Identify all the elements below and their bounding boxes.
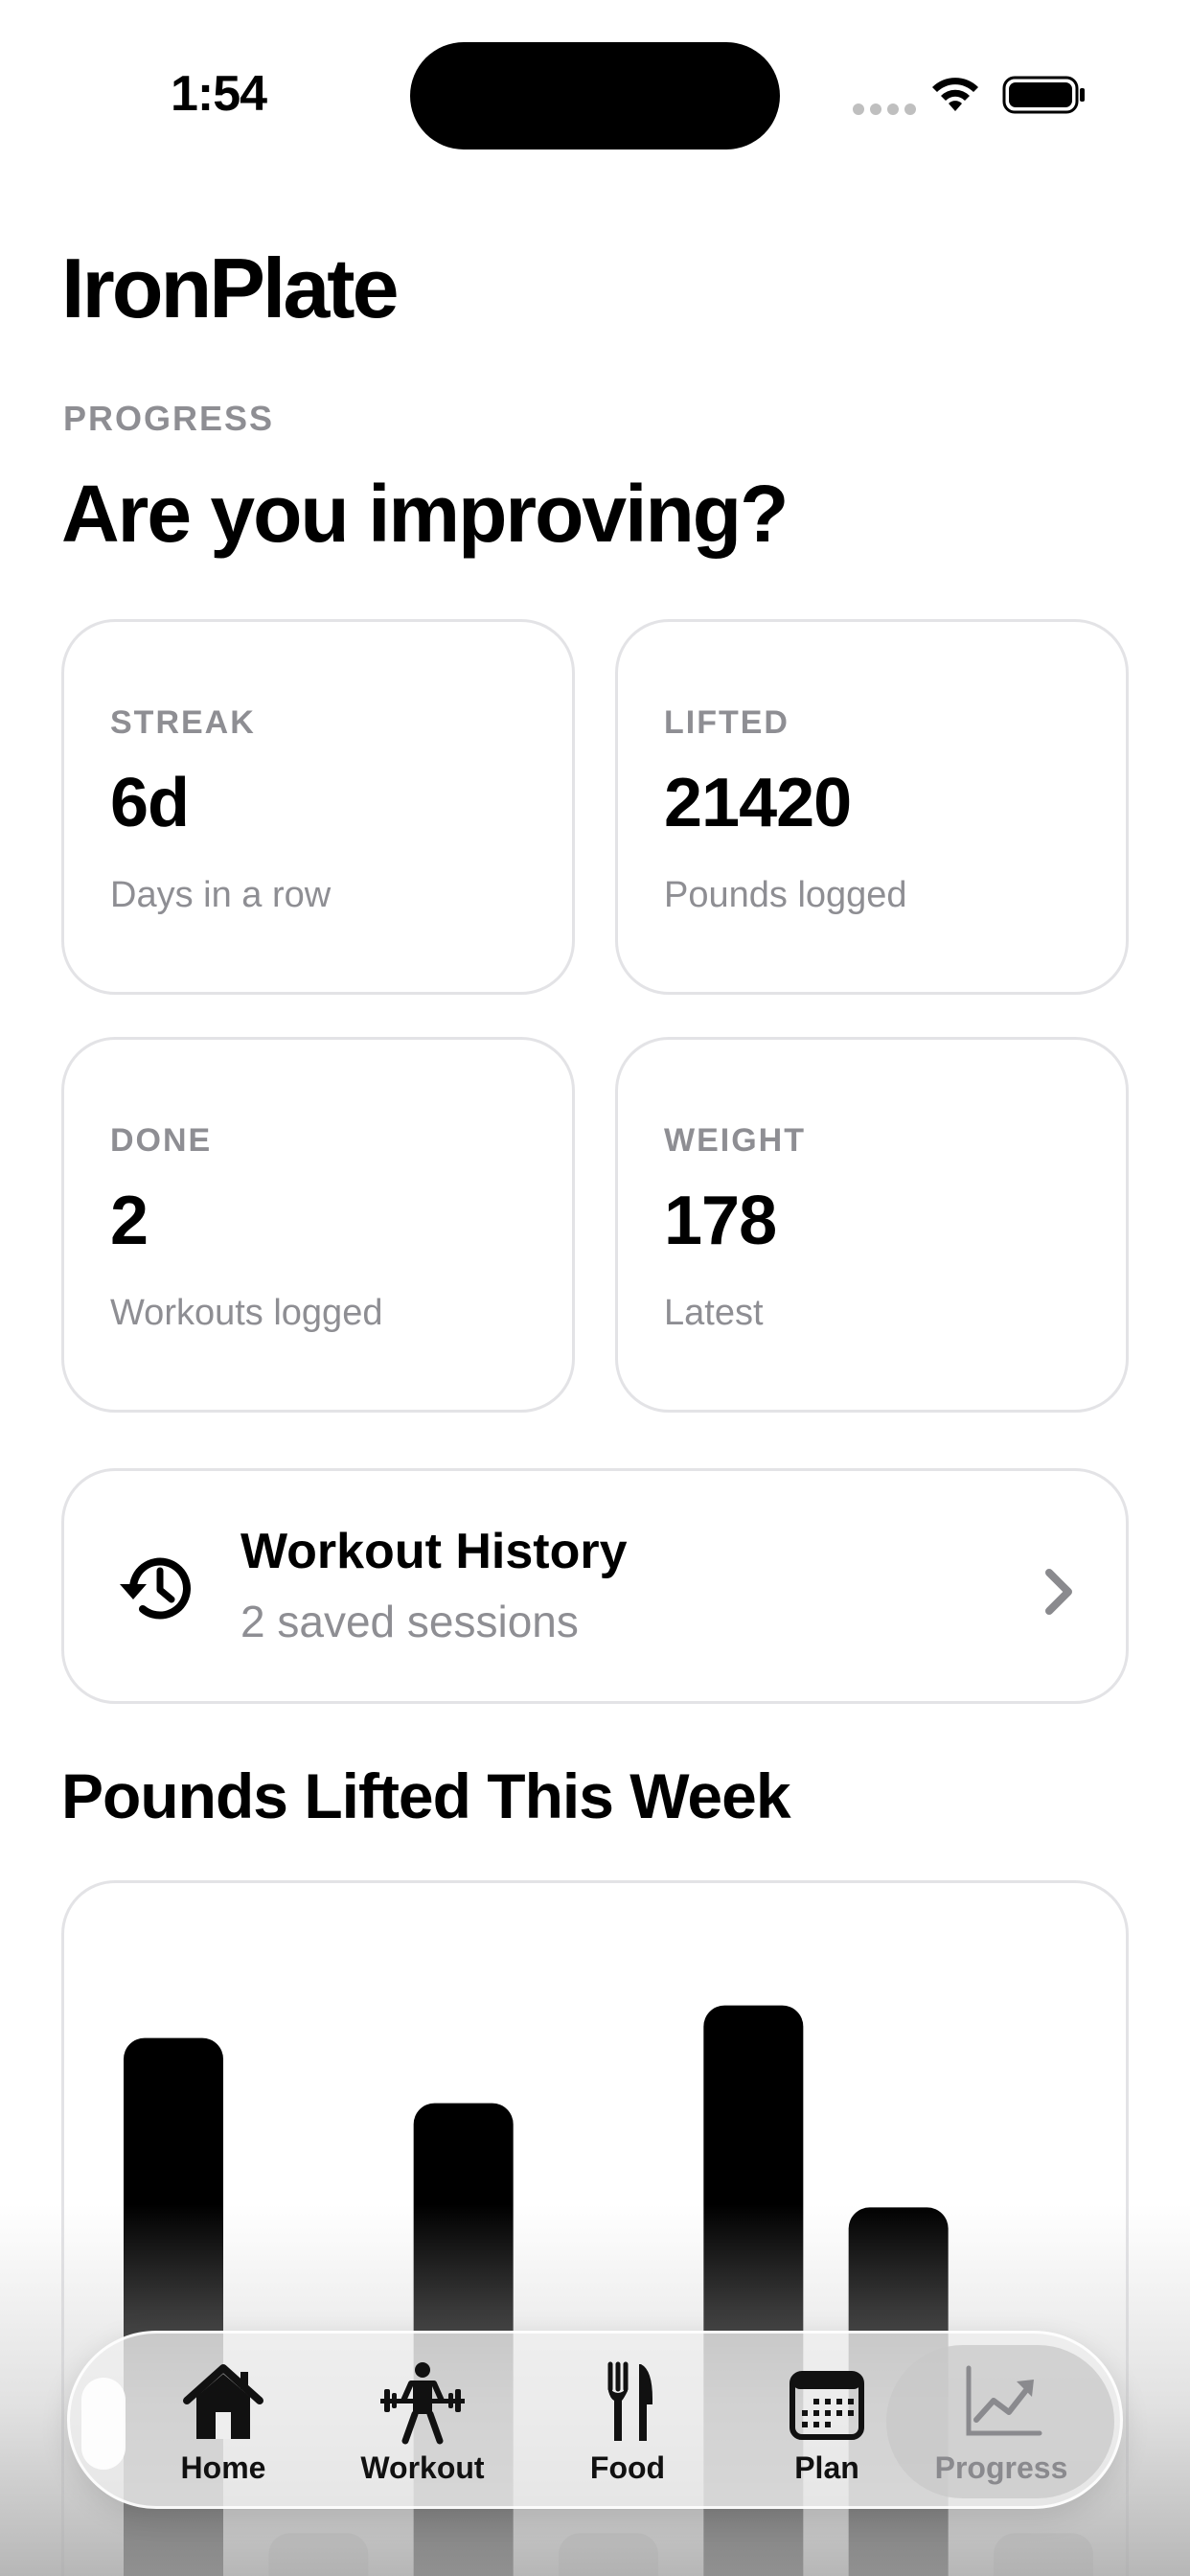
battery-icon bbox=[1002, 76, 1085, 114]
tab-label: Food bbox=[589, 2450, 666, 2485]
tab-plan[interactable]: Plan bbox=[731, 2334, 923, 2512]
wifi-icon bbox=[932, 78, 978, 111]
tab-label: Home bbox=[180, 2450, 266, 2485]
tab-bar-edge-highlight bbox=[81, 2378, 126, 2470]
tab-home[interactable]: Home bbox=[127, 2334, 319, 2512]
stat-value: 178 bbox=[664, 1183, 777, 1259]
tab-label: Plan bbox=[794, 2450, 859, 2485]
tab-food[interactable]: Food bbox=[532, 2334, 723, 2512]
chart-title: Pounds Lifted This Week bbox=[61, 1760, 791, 1831]
history-icon bbox=[120, 1557, 191, 1620]
app-title: IronPlate bbox=[61, 241, 400, 335]
chart-bar-4 bbox=[559, 2533, 658, 2576]
tab-label: Workout bbox=[360, 2450, 485, 2485]
stat-value: 21420 bbox=[664, 765, 852, 841]
weightlifter-icon bbox=[380, 2362, 465, 2445]
stat-value: 6d bbox=[110, 765, 190, 841]
section-eyebrow: PROGRESS bbox=[63, 399, 275, 438]
dynamic-island bbox=[410, 42, 780, 150]
chevron-right-icon bbox=[1045, 1569, 1072, 1615]
history-title: Workout History bbox=[240, 1524, 628, 1579]
history-subtitle: 2 saved sessions bbox=[240, 1597, 579, 1646]
calendar-icon bbox=[790, 2371, 864, 2440]
stat-value: 2 bbox=[110, 1183, 149, 1259]
stat-label: STREAK bbox=[110, 704, 256, 741]
stat-label: WEIGHT bbox=[664, 1122, 806, 1159]
tab-progress[interactable]: Progress bbox=[905, 2334, 1097, 2512]
page-heading: Are you improving? bbox=[61, 469, 789, 559]
stat-card-weight: WEIGHT 178 Latest bbox=[615, 1037, 1129, 1413]
stat-card-streak: STREAK 6d Days in a row bbox=[61, 619, 575, 995]
chart-bar-2 bbox=[268, 2533, 369, 2576]
fork-knife-icon bbox=[607, 2361, 652, 2441]
cellular-signal-icon bbox=[853, 104, 916, 115]
stat-card-done: DONE 2 Workouts logged bbox=[61, 1037, 575, 1413]
stat-label: DONE bbox=[110, 1122, 213, 1159]
chart-bar-7 bbox=[994, 2533, 1093, 2576]
tab-workout[interactable]: Workout bbox=[327, 2334, 518, 2512]
chart-trend-icon bbox=[966, 2365, 1042, 2436]
stat-caption: Latest bbox=[664, 1293, 764, 1333]
tab-label: Progress bbox=[934, 2450, 1068, 2485]
status-bar: 1:54 bbox=[0, 0, 1190, 192]
house-icon bbox=[183, 2364, 263, 2439]
stat-label: LIFTED bbox=[664, 704, 790, 741]
status-time: 1:54 bbox=[171, 66, 267, 122]
stat-caption: Pounds logged bbox=[664, 875, 907, 915]
tab-bar: Home Workout Food Plan Progress bbox=[67, 2331, 1123, 2509]
workout-history-button[interactable]: Workout History 2 saved sessions bbox=[61, 1468, 1129, 1704]
stat-card-lifted: LIFTED 21420 Pounds logged bbox=[615, 619, 1129, 995]
stat-caption: Days in a row bbox=[110, 875, 332, 915]
stat-caption: Workouts logged bbox=[110, 1293, 383, 1333]
